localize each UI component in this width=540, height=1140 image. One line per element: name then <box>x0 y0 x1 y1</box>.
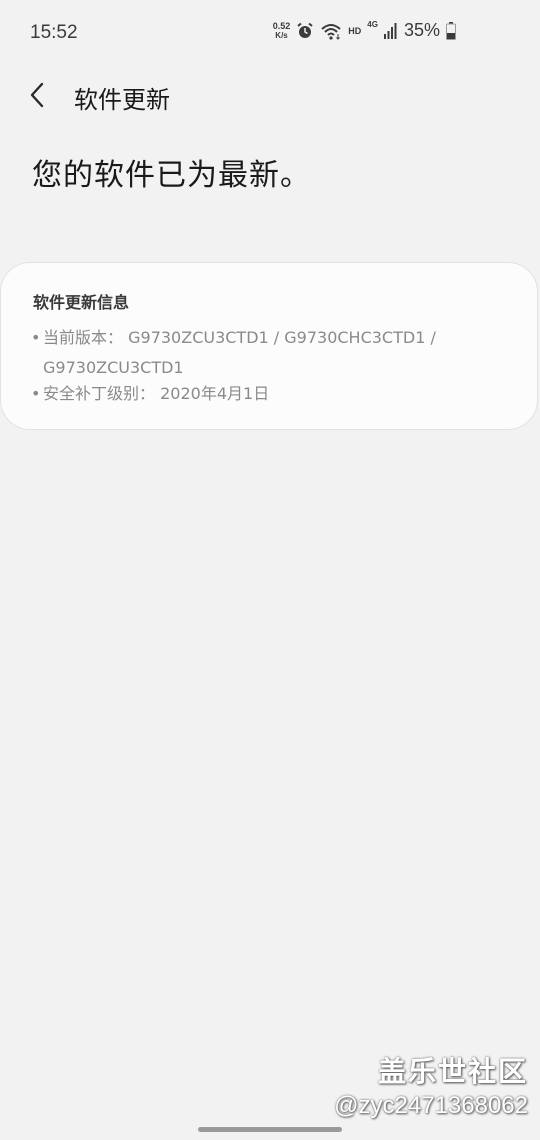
current-version-line: • 当前版本： G9730ZCU3CTD1 / G9730CHC3CTD1 / G… <box>31 323 511 383</box>
bullet: • <box>31 384 41 403</box>
battery-percent: 35% <box>403 20 440 40</box>
security-label: 安全补丁级别： <box>43 384 156 403</box>
home-indicator[interactable] <box>198 1127 342 1132</box>
watermark-logo: 盖乐世社区 <box>377 1055 528 1088</box>
network-speed-unit: K/s <box>275 30 288 40</box>
watermark-user: @zyc2471368062 <box>334 1092 528 1119</box>
status-time: 15:52 <box>30 22 78 43</box>
version-value-line1: G9730ZCU3CTD1 / G9730CHC3CTD1 / <box>128 328 436 347</box>
security-patch-line: • 安全补丁级别： 2020年4月1日 <box>31 379 269 409</box>
signal-icon <box>383 22 398 39</box>
version-label: 当前版本： <box>43 328 124 347</box>
network-speed: 0.52 K/s <box>272 20 291 40</box>
chevron-left-icon <box>29 82 45 108</box>
back-button[interactable] <box>20 78 54 112</box>
security-value: 2020年4月1日 <box>160 384 270 403</box>
app-header: 软件更新 <box>0 70 540 120</box>
status-icons: 0.52 K/s HD 4G 35% <box>273 20 456 41</box>
hd-label: HD <box>348 25 362 36</box>
page-title: 软件更新 <box>74 86 170 114</box>
up-to-date-message: 您的软件已为最新。 <box>32 158 311 193</box>
status-bar: 15:52 0.52 K/s HD 4G 35% <box>0 0 540 70</box>
wifi-icon <box>320 22 342 40</box>
network-type-label: 4G <box>367 20 378 29</box>
bullet: • <box>31 328 41 347</box>
update-info-card: 软件更新信息 • 当前版本： G9730ZCU3CTD1 / G9730CHC3C… <box>0 262 538 430</box>
card-title: 软件更新信息 <box>33 293 130 312</box>
battery-icon <box>446 21 456 40</box>
network-speed-value: 0.52 <box>272 20 291 31</box>
alarm-icon <box>296 22 314 40</box>
